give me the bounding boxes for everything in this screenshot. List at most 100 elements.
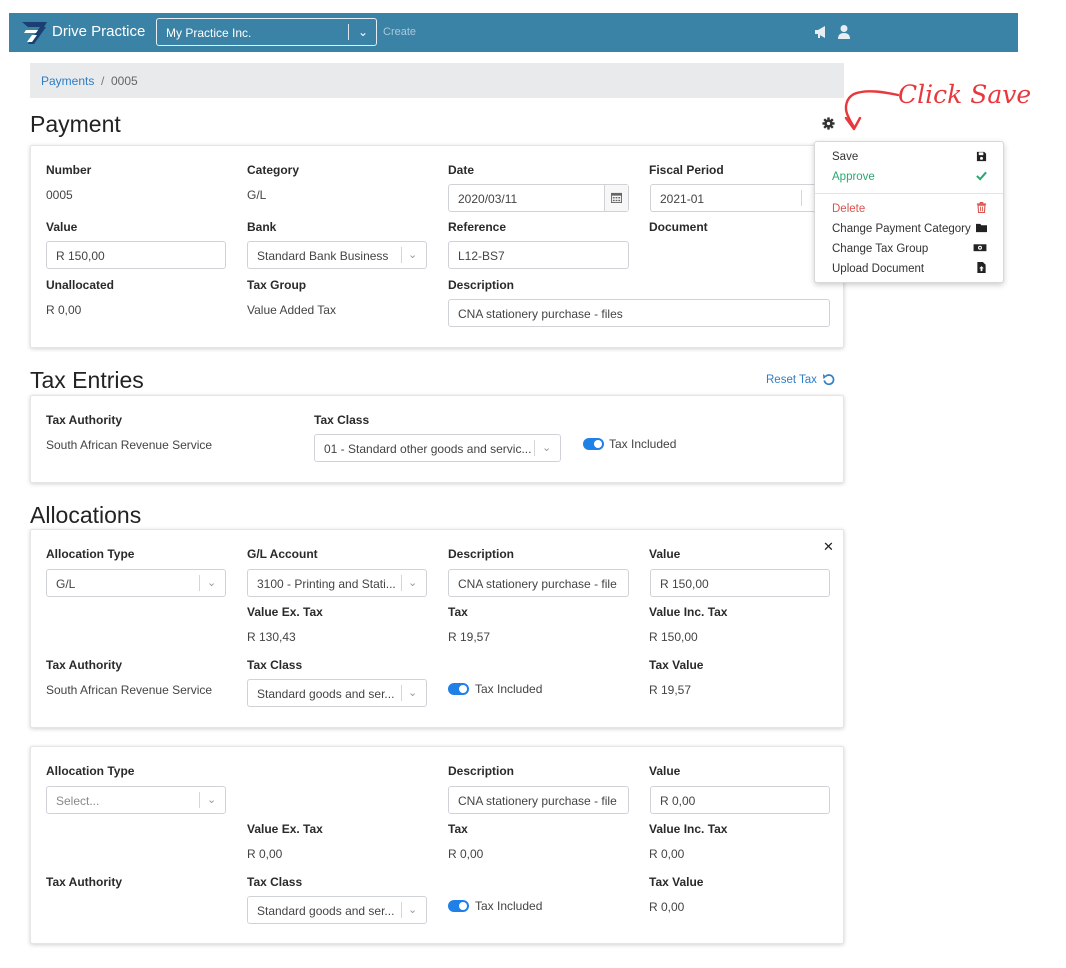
allocation-type-select[interactable]: Select... ⌄ xyxy=(46,786,226,814)
number-label: Number xyxy=(46,163,92,177)
money-icon xyxy=(973,244,987,252)
chevron-down-icon: ⌄ xyxy=(207,794,217,806)
trash-icon xyxy=(976,202,987,213)
breadcrumb-current: 0005 xyxy=(111,74,138,88)
actions-menu: Save Approve Delete Change Payment Categ… xyxy=(814,141,1004,283)
menu-delete[interactable]: Delete xyxy=(832,203,865,215)
tax-authority-value: South African Revenue Service xyxy=(46,438,213,452)
tax-label: Tax xyxy=(448,822,468,836)
allocation-description-input[interactable]: CNA stationery purchase - file xyxy=(448,786,629,814)
payment-title: Payment xyxy=(30,111,121,137)
menu-upload-document[interactable]: Upload Document xyxy=(832,263,924,275)
allocation-description-label: Description xyxy=(448,764,515,778)
value-label: Value xyxy=(46,220,78,234)
calendar-icon xyxy=(611,192,622,203)
reference-input[interactable]: L12-BS7 xyxy=(448,241,629,269)
description-label: Description xyxy=(448,278,515,292)
menu-change-tax-group[interactable]: Change Tax Group xyxy=(832,243,928,255)
check-icon xyxy=(976,171,987,181)
tax-entries-card: Tax Authority South African Revenue Serv… xyxy=(30,395,844,483)
tax-entries-title: Tax Entries xyxy=(30,367,144,393)
value-inc-tax-label: Value Inc. Tax xyxy=(649,822,728,836)
allocation-value-input[interactable]: R 0,00 xyxy=(650,786,830,814)
allocation-value-value: R 0,00 xyxy=(660,794,696,808)
allocation-value-label: Value xyxy=(649,764,681,778)
top-navbar: Drive Practice My Practice Inc. ⌄ Create xyxy=(9,13,1018,52)
brand-name[interactable]: Drive Practice xyxy=(52,23,145,40)
create-link[interactable]: Create xyxy=(383,26,416,38)
allocation-tax-class-label: Tax Class xyxy=(247,875,303,889)
chevron-down-icon: ⌄ xyxy=(542,442,552,454)
tax-value-value: R 0,00 xyxy=(649,900,685,914)
payment-card: Number 0005 Category G/L Date 2020/03/11… xyxy=(30,145,844,348)
description-input-value: CNA stationery purchase - files xyxy=(458,307,623,321)
allocation-type-placeholder: Select... xyxy=(56,794,100,808)
reset-tax-link[interactable]: Reset Tax xyxy=(766,374,817,386)
allocation-card: Allocation Type Select... ⌄ Description … xyxy=(30,746,844,944)
allocation-value-value: R 150,00 xyxy=(660,577,709,591)
bank-select[interactable]: Standard Bank Business ⌄ xyxy=(247,241,427,269)
reference-label: Reference xyxy=(448,220,507,234)
tax-group-value: Value Added Tax xyxy=(247,303,336,317)
description-input[interactable]: CNA stationery purchase - files xyxy=(448,299,830,327)
select-separator xyxy=(401,685,402,701)
calendar-button[interactable] xyxy=(604,185,628,211)
breadcrumb-payments-link[interactable]: Payments xyxy=(41,74,94,88)
allocation-value-input[interactable]: R 150,00 xyxy=(650,569,830,597)
allocation-type-select[interactable]: G/L ⌄ xyxy=(46,569,226,597)
allocation-tax-included-toggle[interactable] xyxy=(448,683,469,695)
annotation-arrow-icon xyxy=(844,90,900,131)
value-inc-tax-label: Value Inc. Tax xyxy=(649,605,728,619)
fiscal-period-select[interactable]: 2021-01 xyxy=(650,184,820,212)
megaphone-icon[interactable] xyxy=(814,26,828,39)
select-separator xyxy=(199,792,200,808)
chevron-down-icon: ⌄ xyxy=(408,577,418,589)
menu-divider xyxy=(815,193,1003,194)
allocation-tax-included-toggle[interactable] xyxy=(448,900,469,912)
close-icon[interactable]: ✕ xyxy=(823,539,834,555)
select-separator xyxy=(401,902,402,918)
undo-icon[interactable] xyxy=(822,373,835,386)
gl-account-value: 3100 - Printing and Stati... xyxy=(257,577,396,591)
value-input-value: R 150,00 xyxy=(56,249,105,263)
brand-logo-icon[interactable] xyxy=(20,19,48,45)
breadcrumb: Payments / 0005 xyxy=(30,63,844,98)
value-ex-tax-label: Value Ex. Tax xyxy=(247,605,323,619)
bank-select-value: Standard Bank Business xyxy=(257,249,389,263)
menu-save[interactable]: Save xyxy=(832,151,858,163)
allocations-title: Allocations xyxy=(30,502,142,528)
allocation-card: Allocation Type G/L ⌄ G/L Account 3100 -… xyxy=(30,529,844,728)
tax-value-label: Tax Value xyxy=(649,875,704,889)
user-icon[interactable] xyxy=(837,24,851,40)
menu-change-payment-category[interactable]: Change Payment Category xyxy=(832,223,971,235)
fiscal-period-label: Fiscal Period xyxy=(649,163,724,177)
tax-class-label: Tax Class xyxy=(314,413,370,427)
menu-approve[interactable]: Approve xyxy=(832,171,875,183)
company-select[interactable]: My Practice Inc. ⌄ xyxy=(156,18,377,46)
select-separator xyxy=(401,247,402,263)
gear-icon[interactable] xyxy=(822,117,835,130)
tax-included-toggle[interactable] xyxy=(583,438,604,450)
date-input[interactable]: 2020/03/11 xyxy=(448,184,629,212)
breadcrumb-separator: / xyxy=(101,74,105,88)
gl-account-label: G/L Account xyxy=(247,547,318,561)
allocation-description-input[interactable]: CNA stationery purchase - file xyxy=(448,569,629,597)
allocation-tax-class-select[interactable]: Standard goods and ser... ⌄ xyxy=(247,679,427,707)
allocation-tax-authority-label: Tax Authority xyxy=(46,658,123,672)
allocation-tax-class-value: Standard goods and ser... xyxy=(257,687,395,701)
value-input[interactable]: R 150,00 xyxy=(46,241,226,269)
unallocated-label: Unallocated xyxy=(46,278,115,292)
gl-account-select[interactable]: 3100 - Printing and Stati... ⌄ xyxy=(247,569,427,597)
allocation-tax-class-value: Standard goods and ser... xyxy=(257,904,395,918)
select-separator xyxy=(199,575,200,591)
select-separator xyxy=(348,24,349,40)
document-label: Document xyxy=(649,220,708,234)
tax-value-value: R 19,57 xyxy=(649,683,692,697)
tax-class-select[interactable]: 01 - Standard other goods and servic... … xyxy=(314,434,561,462)
value-ex-tax-label: Value Ex. Tax xyxy=(247,822,323,836)
allocation-tax-authority-value: South African Revenue Service xyxy=(46,683,213,697)
fiscal-period-value: 2021-01 xyxy=(660,192,705,206)
reference-input-value: L12-BS7 xyxy=(458,249,505,263)
allocation-tax-class-select[interactable]: Standard goods and ser... ⌄ xyxy=(247,896,427,924)
chevron-down-icon: ⌄ xyxy=(357,25,368,39)
